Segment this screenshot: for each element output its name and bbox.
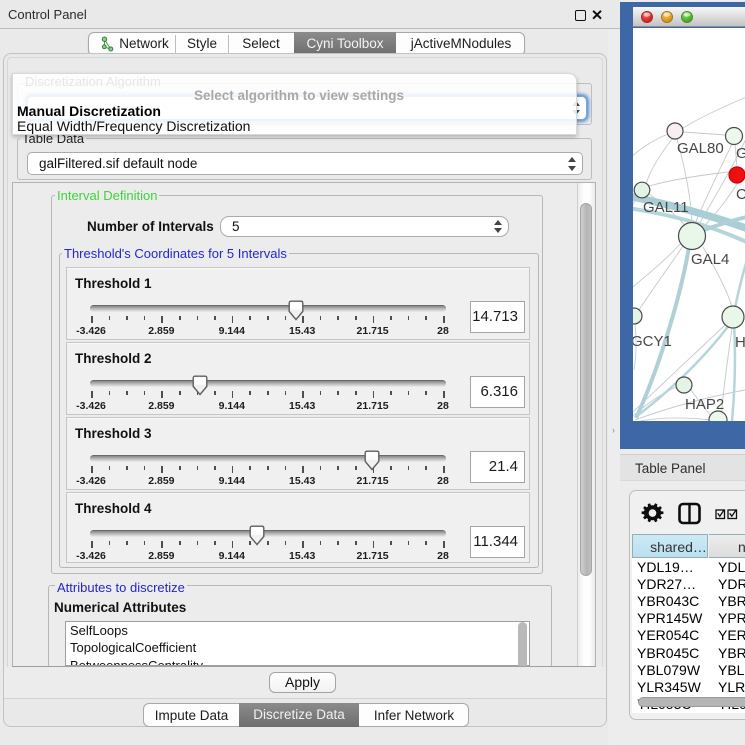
svg-text:GAL80: GAL80 (677, 140, 724, 157)
svg-text:GCY1: GCY1 (633, 333, 672, 350)
svg-text:GAL4: GAL4 (691, 251, 729, 268)
svg-text:C: C (736, 186, 745, 203)
svg-text:G: G (736, 145, 745, 162)
svg-text:GAL11: GAL11 (643, 199, 689, 216)
svg-text:H: H (735, 334, 745, 351)
svg-text:HAP2: HAP2 (685, 396, 724, 413)
